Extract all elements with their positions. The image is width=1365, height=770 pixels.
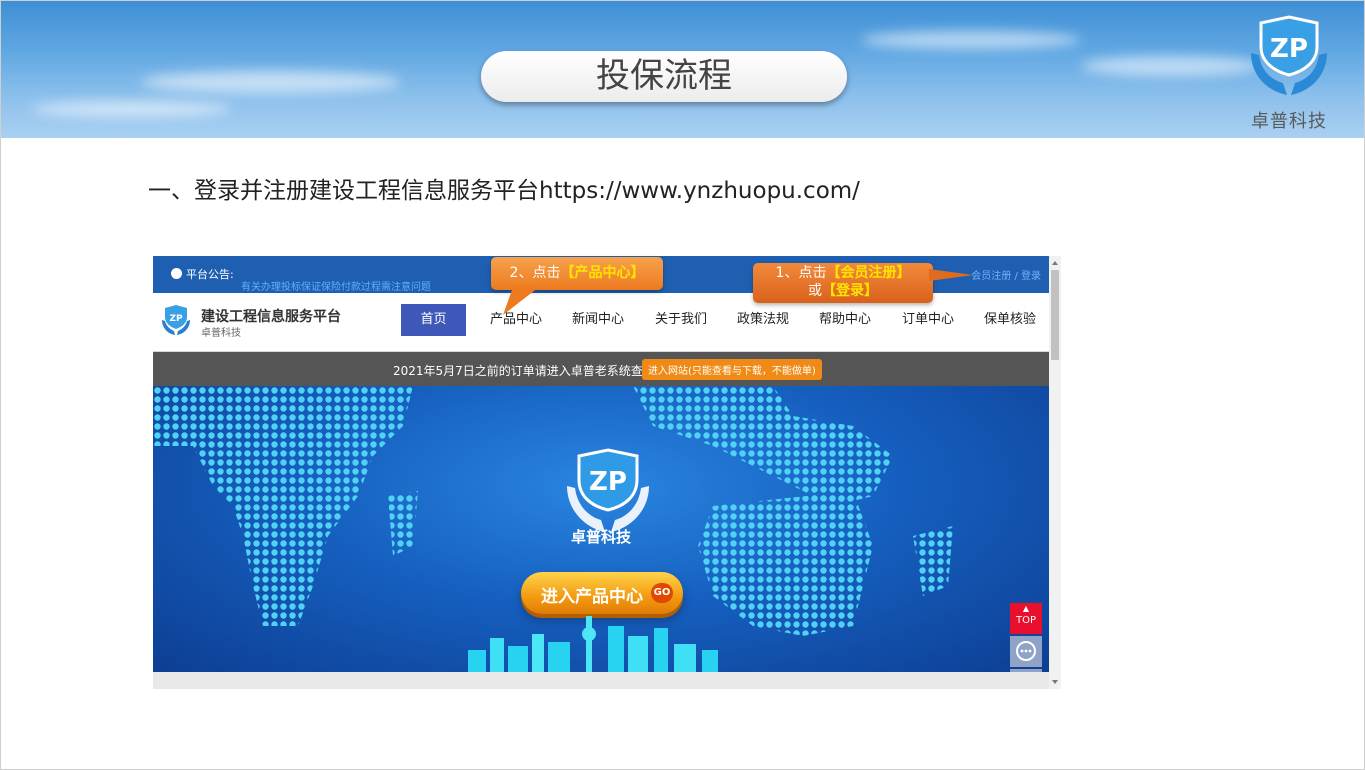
top-label: TOP bbox=[1015, 615, 1036, 626]
nav-policy-verify[interactable]: 保单核验 bbox=[977, 304, 1043, 336]
svg-text:ZP: ZP bbox=[1270, 34, 1308, 64]
callout-1-or: 或 bbox=[808, 283, 822, 299]
enter-product-center-button[interactable]: 进入产品中心 GO bbox=[521, 572, 683, 614]
callout-step-2: 2、点击【产品中心】 bbox=[491, 257, 663, 290]
callout-2-highlight: 【产品中心】 bbox=[560, 265, 645, 281]
step-instruction: 一、登录并注册建设工程信息服务平台https://www.ynzhuopu.co… bbox=[148, 178, 860, 204]
nav-home[interactable]: 首页 bbox=[401, 304, 466, 336]
callout-2-prefix: 2、点击 bbox=[509, 265, 561, 281]
slide: 投保流程 ZP 卓普科技 一、登录并注册建设工程信息服务平台https://ww… bbox=[0, 0, 1365, 770]
nav-order-center[interactable]: 订单中心 bbox=[895, 304, 961, 336]
brand-name: 卓普科技 bbox=[1251, 111, 1327, 132]
notice-label: 平台公告: bbox=[186, 268, 234, 281]
old-system-notice: 2021年5月7日之前的订单请进入卓普老系统查看 bbox=[393, 364, 655, 378]
notice-icon bbox=[171, 268, 182, 279]
slide-title: 投保流程 bbox=[481, 51, 847, 102]
old-system-button[interactable]: 进入网站(只能查看与下载，不能做单) bbox=[642, 359, 822, 380]
website-screenshot: 平台公告: 有关办理投标保证保险付款过程需注意问题 会员注册 / 登录 ZP 建… bbox=[153, 256, 1061, 689]
callout-1-prefix: 1、点击 bbox=[775, 265, 827, 281]
zp-logo-icon: ZP bbox=[162, 305, 190, 335]
nav-help-center[interactable]: 帮助中心 bbox=[812, 304, 878, 336]
customer-service-icon bbox=[1016, 641, 1036, 661]
nav-about-us[interactable]: 关于我们 bbox=[648, 304, 714, 336]
svg-text:ZP: ZP bbox=[169, 314, 183, 324]
hero-brand-name: 卓普科技 bbox=[571, 528, 632, 546]
city-skyline bbox=[468, 616, 718, 672]
callout-1-highlight-login: 【登录】 bbox=[822, 283, 878, 299]
hero-banner: ZP 卓普科技 进入产品中心 GO ▲ TOP bbox=[153, 386, 1049, 672]
old-system-bar: 2021年5月7日之前的订单请进入卓普老系统查看 进入网站(只能查看与下载，不能… bbox=[153, 352, 1049, 386]
enter-button-label: 进入产品中心 bbox=[541, 587, 643, 607]
register-login-link[interactable]: 会员注册 / 登录 bbox=[971, 267, 1041, 282]
back-to-top-button[interactable]: ▲ TOP bbox=[1010, 603, 1042, 634]
go-badge: GO bbox=[651, 583, 673, 603]
header-banner: 投保流程 ZP 卓普科技 bbox=[1, 1, 1364, 138]
callout-step-1: 1、点击【会员注册】 或【登录】 bbox=[753, 263, 933, 303]
scrollbar-thumb[interactable] bbox=[1051, 270, 1059, 360]
zp-logo-icon: ZP bbox=[1251, 15, 1327, 95]
callout-1-highlight-register: 【会员注册】 bbox=[826, 265, 911, 281]
nav-policy[interactable]: 政策法规 bbox=[730, 304, 796, 336]
site-subtitle: 卓普科技 bbox=[201, 328, 241, 339]
scroll-arrow-icon[interactable] bbox=[1052, 261, 1058, 265]
notice-marquee[interactable]: 有关办理投标保证保险付款过程需注意问题 bbox=[241, 278, 431, 293]
svg-text:ZP: ZP bbox=[589, 467, 627, 497]
callout-1-pointer bbox=[929, 269, 973, 281]
callout-2-pointer bbox=[503, 287, 539, 315]
nav-news-center[interactable]: 新闻中心 bbox=[565, 304, 631, 336]
scroll-arrow-icon[interactable] bbox=[1052, 680, 1058, 684]
page-bottom-strip bbox=[153, 672, 1049, 689]
customer-service-button[interactable] bbox=[1010, 636, 1042, 667]
zp-logo-icon: ZP bbox=[567, 448, 649, 532]
site-name: 建设工程信息服务平台 bbox=[201, 309, 341, 325]
